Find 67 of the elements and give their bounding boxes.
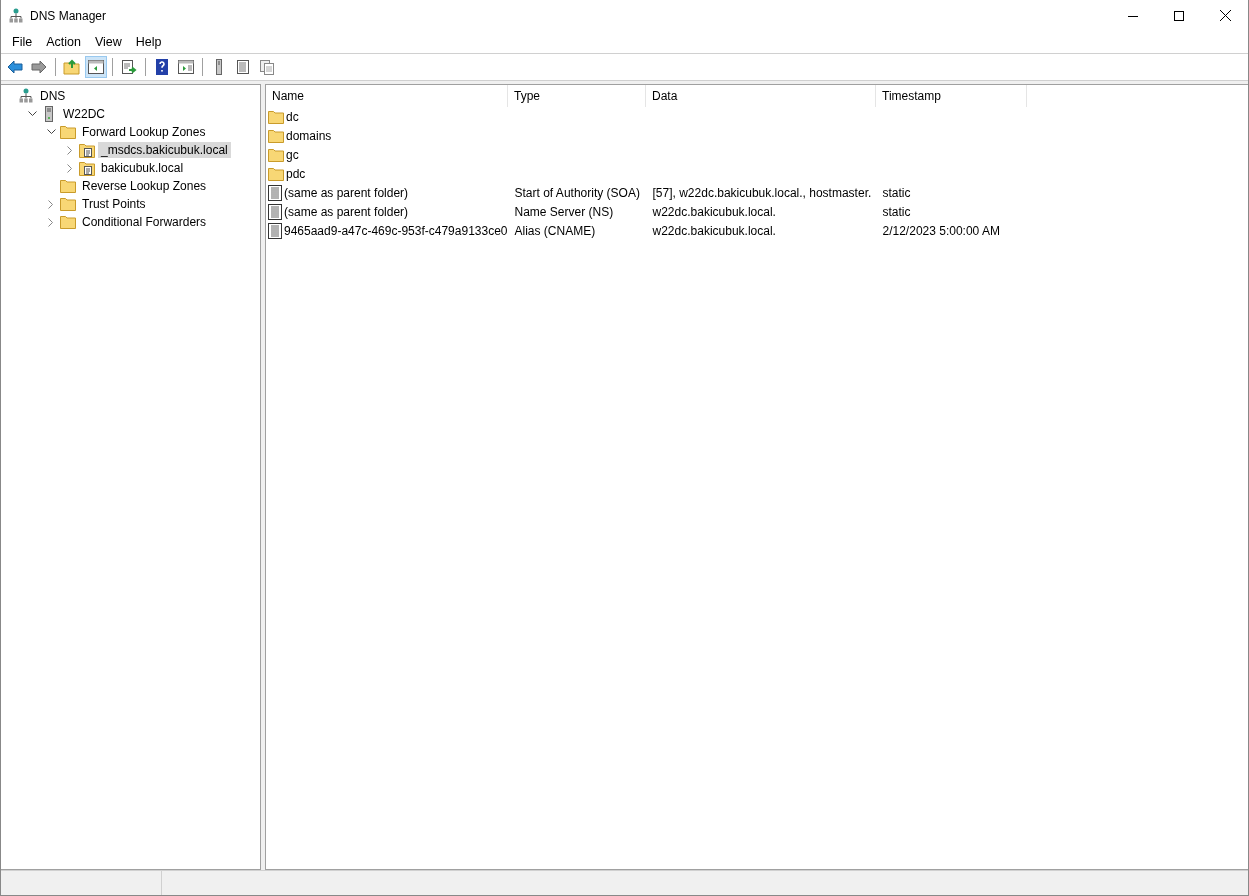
folder-icon xyxy=(60,215,76,229)
folder-up-icon xyxy=(63,58,81,76)
table-cell: [57], w22dc.bakicubuk.local., hostmaster. xyxy=(652,185,872,200)
folder-icon xyxy=(268,147,284,162)
tree-item[interactable]: bakicubuk.local xyxy=(98,160,187,176)
folder-document-icon xyxy=(79,142,95,158)
maximize-icon xyxy=(1174,10,1184,21)
folder-icon xyxy=(268,166,284,181)
table-cell: gc xyxy=(286,147,299,162)
column-header[interactable]: Timestamp xyxy=(875,85,1027,107)
network-icon xyxy=(19,88,33,104)
table-cell: static xyxy=(882,204,911,219)
expand-chevron-icon[interactable] xyxy=(67,163,73,173)
table-cell: dc xyxy=(286,109,299,124)
table-cell: Start of Authority (SOA) xyxy=(514,185,640,200)
table-cell: pdc xyxy=(286,166,306,181)
document-icon xyxy=(268,222,282,239)
menu-item[interactable]: View xyxy=(87,33,129,51)
table-cell: domains xyxy=(286,128,332,143)
menu-item[interactable]: Help xyxy=(128,33,169,51)
window-title: DNS Manager xyxy=(30,8,108,23)
folder-icon xyxy=(60,197,76,211)
tree-item[interactable]: _msdcs.bakicubuk.local xyxy=(98,142,231,158)
tree-item[interactable]: Conditional Forwarders xyxy=(79,214,210,230)
document-icon xyxy=(268,184,282,201)
table-cell: (same as parent folder) xyxy=(284,185,409,200)
menu-item[interactable]: Action xyxy=(39,33,88,51)
table-cell: static xyxy=(882,185,911,200)
expand-chevron-icon[interactable] xyxy=(48,217,54,227)
export-list-icon xyxy=(120,58,138,76)
folder-icon xyxy=(268,128,284,143)
collapse-chevron-icon[interactable] xyxy=(27,111,37,117)
table-cell: 9465aad9-a47c-469c-953f-c479a9133ce0 xyxy=(284,223,508,238)
column-header[interactable]: Name xyxy=(266,85,508,107)
copy-icon xyxy=(258,58,276,76)
console-tree-icon xyxy=(87,58,105,76)
close-icon xyxy=(1219,10,1231,21)
folder-icon xyxy=(60,179,76,193)
tree-item[interactable]: DNS xyxy=(37,88,69,104)
table-cell: Name Server (NS) xyxy=(514,204,614,219)
folder-icon xyxy=(268,109,284,124)
forward-icon xyxy=(30,58,48,76)
table-cell: w22dc.bakicubuk.local. xyxy=(652,204,776,219)
console-tree-button[interactable] xyxy=(85,56,107,78)
expand-chevron-icon[interactable] xyxy=(67,145,73,155)
column-header[interactable]: Data xyxy=(645,85,876,107)
list-icon xyxy=(234,58,252,76)
tree-item[interactable]: Reverse Lookup Zones xyxy=(79,178,210,194)
help-icon xyxy=(153,58,171,76)
tree-item[interactable]: Trust Points xyxy=(79,196,149,212)
app-icon xyxy=(9,7,23,24)
table-cell: Alias (CNAME) xyxy=(514,223,596,238)
expand-chevron-icon[interactable] xyxy=(48,199,54,209)
table-cell: 2/12/2023 5:00:00 AM xyxy=(882,223,1000,238)
table-cell: w22dc.bakicubuk.local. xyxy=(652,223,776,238)
document-icon xyxy=(268,203,282,220)
back-icon xyxy=(6,58,24,76)
menu-item[interactable]: File xyxy=(5,33,40,51)
column-header[interactable]: Type xyxy=(507,85,646,107)
collapse-chevron-icon[interactable] xyxy=(46,129,56,135)
folder-document-icon xyxy=(79,160,95,176)
table-cell: (same as parent folder) xyxy=(284,204,409,219)
action-pane-icon xyxy=(177,58,195,76)
tree-item[interactable]: W22DC xyxy=(60,106,108,122)
server-icon xyxy=(43,106,55,122)
folder-icon xyxy=(60,125,76,139)
tree-item[interactable]: Forward Lookup Zones xyxy=(79,124,209,140)
